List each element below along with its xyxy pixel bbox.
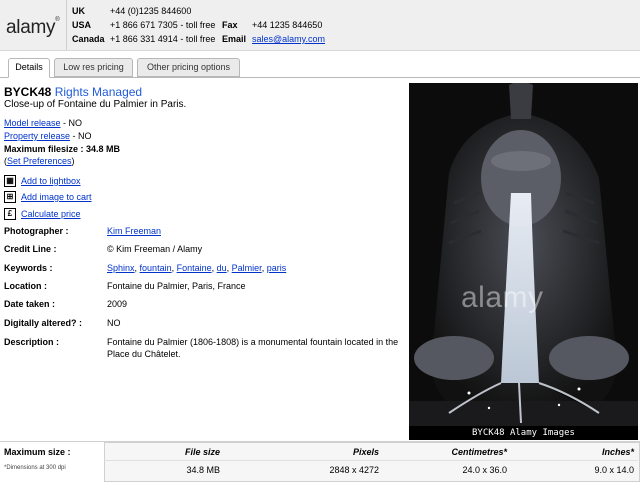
keyword-link[interactable]: fountain [140, 263, 172, 273]
tab-bar: Details Low res pricing Other pricing op… [0, 58, 640, 78]
location-value: Fontaine du Palmier, Paris, France [107, 281, 246, 291]
inches-value: 9.0 x 14.0 [594, 465, 634, 475]
property-release-link[interactable]: Property release [4, 131, 70, 141]
digitally-altered-label: Digitally altered? : [4, 318, 83, 328]
sphinx-fountain-photo [409, 83, 638, 426]
keyword-link[interactable]: paris [267, 263, 287, 273]
tab-other-pricing-options[interactable]: Other pricing options [137, 58, 240, 77]
date-taken-label: Date taken : [4, 299, 56, 309]
photographer-link[interactable]: Kim Freeman [107, 226, 161, 236]
cart-icon: ⊞ [4, 191, 16, 203]
col-file-size: File size [184, 447, 220, 457]
tab-low-res-pricing[interactable]: Low res pricing [54, 58, 133, 77]
add-to-cart-link[interactable]: Add image to cart [21, 192, 92, 202]
license-type: Rights Managed [54, 85, 143, 99]
description-text: Fontaine du Palmier (1806-1808) is a mon… [107, 337, 399, 359]
keywords-label: Keywords : [4, 263, 53, 273]
contact-region-canada: Canada [72, 34, 105, 44]
add-to-lightbox-link[interactable]: Add to lightbox [21, 176, 81, 186]
site-header: alamy® UK +44 (0)1235 844600 USA +1 866 … [0, 0, 640, 51]
keyword-link[interactable]: Palmier [232, 263, 262, 273]
fax-number: +44 1235 844650 [252, 20, 323, 30]
centimetres-value: 24.0 x 36.0 [462, 465, 507, 475]
property-release: Property release - NO [4, 131, 92, 141]
keywords-list: Sphinx, fountain, Fontaine, du, Palmier,… [107, 263, 287, 273]
price-icon: £ [4, 208, 16, 220]
property-release-value: - NO [70, 131, 92, 141]
date-taken-value: 2009 [107, 299, 128, 309]
size-table-divider [104, 460, 638, 461]
dimensions-note: *Dimensions at 300 dpi [4, 465, 66, 471]
lightbox-icon: ▦ [4, 175, 16, 187]
max-size-label: Maximum size : [4, 447, 71, 457]
keyword-link[interactable]: Sphinx [107, 263, 135, 273]
set-preferences: (Set Preferences) [4, 156, 75, 166]
model-release-link[interactable]: Model release [4, 118, 61, 128]
set-preferences-link[interactable]: Set Preferences [7, 156, 72, 166]
image-id: BYCK48 [4, 85, 52, 99]
credit-value: © Kim Freeman / Alamy [107, 244, 203, 254]
photo-caption: BYCK48 Alamy Images [409, 426, 638, 440]
photographer-label: Photographer : [4, 226, 69, 236]
contact-phone-usa: +1 866 671 7305 - toll free [110, 20, 216, 30]
keyword-link[interactable]: Fontaine [177, 263, 212, 273]
col-inches: Inches* [601, 447, 634, 457]
image-caption: Close-up of Fontaine du Palmier in Paris… [4, 99, 187, 110]
tab-details[interactable]: Details [8, 58, 50, 78]
contact-region-uk: UK [72, 6, 85, 16]
alamy-logo[interactable]: alamy® [6, 17, 60, 39]
image-preview[interactable]: alamy BYCK48 Alamy Images [409, 83, 638, 440]
logo-divider [66, 0, 67, 50]
contact-phone-canada: +1 866 331 4914 - toll free [110, 34, 216, 44]
email-label: Email [222, 34, 247, 44]
calculate-price-link[interactable]: Calculate price [21, 209, 81, 219]
contact-region-usa: USA [72, 20, 92, 30]
image-title: BYCK48 Rights Managed [4, 85, 142, 99]
col-pixels: Pixels [352, 447, 379, 457]
fax-label: Fax [222, 20, 238, 30]
watermark: alamy [461, 281, 544, 314]
file-size-value: 34.8 MB [186, 465, 220, 475]
pixels-value: 2848 x 4272 [329, 465, 379, 475]
keyword-link[interactable]: du [217, 263, 227, 273]
email-link[interactable]: sales@alamy.com [252, 34, 325, 45]
contact-phone-uk: +44 (0)1235 844600 [110, 6, 192, 16]
credit-label: Credit Line : [4, 244, 57, 254]
model-release: Model release - NO [4, 118, 82, 128]
digitally-altered-value: NO [107, 318, 121, 328]
description-label: Description : [4, 337, 60, 347]
model-release-value: - NO [60, 118, 83, 128]
max-filesize: Maximum filesize : 34.8 MB [4, 144, 121, 154]
col-centimetres: Centimetres* [451, 447, 507, 457]
location-label: Location : [4, 281, 47, 291]
